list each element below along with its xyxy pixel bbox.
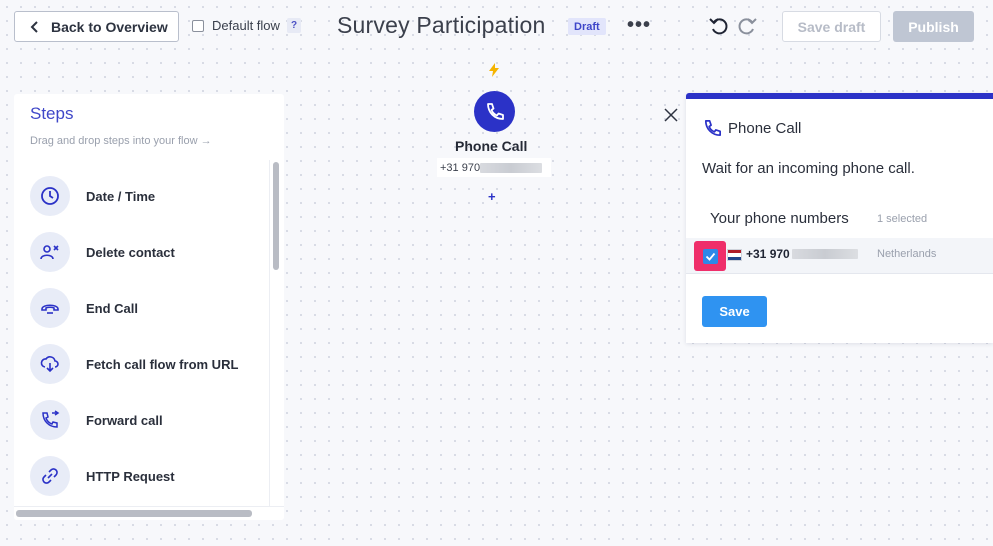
step-label: Forward call xyxy=(86,412,163,428)
back-to-overview-button[interactable]: Back to Overview xyxy=(14,11,179,42)
selected-count: 1 selected xyxy=(877,213,928,225)
node-title[interactable]: Phone Call xyxy=(455,138,527,154)
publish-button[interactable]: Publish xyxy=(893,11,974,42)
save-draft-button[interactable]: Save draft xyxy=(782,11,881,42)
node-number-prefix: +31 970 xyxy=(440,161,481,174)
steps-hint: Drag and drop steps into your flow → xyxy=(30,135,212,147)
phone-checkbox[interactable] xyxy=(702,248,718,264)
default-flow-checkbox[interactable] xyxy=(192,19,204,32)
node-phone-number: +31 970 xyxy=(437,158,551,177)
remove-contact-icon xyxy=(40,245,59,260)
steps-title: Steps xyxy=(30,104,74,123)
hangup-icon xyxy=(41,304,59,314)
horizontal-scrollbar-thumb[interactable] xyxy=(16,510,252,517)
step-label: End Call xyxy=(86,300,139,316)
phone-numbers-label: Your phone numbers xyxy=(710,210,849,227)
panel-title: Phone Call xyxy=(728,120,802,137)
phone-number-prefix: +31 970 xyxy=(746,247,790,261)
step-item-end-call[interactable]: End Call xyxy=(30,280,270,336)
clock-icon xyxy=(41,187,59,205)
undo-icon[interactable] xyxy=(708,15,730,37)
vertical-scrollbar-thumb[interactable] xyxy=(273,162,279,270)
step-item-fetch-call-flow[interactable]: Fetch call flow from URL xyxy=(30,336,270,392)
default-flow-label: Default flow xyxy=(212,18,280,33)
back-label: Back to Overview xyxy=(51,18,168,35)
panel-description: Wait for an incoming phone call. xyxy=(702,160,915,177)
step-item-delete-contact[interactable]: Delete contact xyxy=(30,224,270,280)
netherlands-flag-icon xyxy=(727,249,742,261)
status-badge: Draft xyxy=(568,18,606,35)
step-label: Date / Time xyxy=(86,188,156,204)
page-title[interactable]: Survey Participation xyxy=(337,12,546,39)
phone-country: Netherlands xyxy=(877,248,937,260)
phone-number: +31 970 xyxy=(746,247,858,261)
step-item-date-time[interactable]: Date / Time xyxy=(30,168,270,224)
phone-checkbox-highlight[interactable] xyxy=(694,241,726,271)
link-icon xyxy=(42,468,58,484)
chevron-left-icon xyxy=(30,20,38,33)
phone-call-node[interactable] xyxy=(474,91,515,132)
help-icon[interactable]: ? xyxy=(287,18,301,33)
forward-call-icon xyxy=(42,410,60,428)
default-flow-toggle[interactable]: Default flow xyxy=(192,18,280,33)
step-label: Fetch call flow from URL xyxy=(86,356,239,372)
step-label: Delete contact xyxy=(86,244,175,260)
phone-call-settings-panel: Phone Call Wait for an incoming phone ca… xyxy=(686,93,993,343)
checkmark-icon xyxy=(705,252,715,261)
phone-icon xyxy=(486,102,504,120)
save-button[interactable]: Save xyxy=(702,296,767,327)
redacted-number xyxy=(791,249,858,259)
phone-icon xyxy=(704,120,721,137)
panel-header: Phone Call xyxy=(702,118,801,139)
cloud-download-icon xyxy=(40,356,59,373)
more-options-button[interactable]: ••• xyxy=(627,14,651,37)
close-icon[interactable] xyxy=(664,108,678,122)
lightning-icon xyxy=(489,63,499,77)
steps-panel: Steps Drag and drop steps into your flow… xyxy=(14,94,284,520)
steps-list: Date / Time Delete contact End Call Fetc… xyxy=(30,168,270,504)
step-item-forward-call[interactable]: Forward call xyxy=(30,392,270,448)
redacted-number xyxy=(480,162,543,173)
redo-icon[interactable] xyxy=(736,15,758,37)
step-item-http-request[interactable]: HTTP Request xyxy=(30,448,270,504)
add-step-button[interactable]: + xyxy=(488,189,496,204)
step-label: HTTP Request xyxy=(86,468,175,484)
